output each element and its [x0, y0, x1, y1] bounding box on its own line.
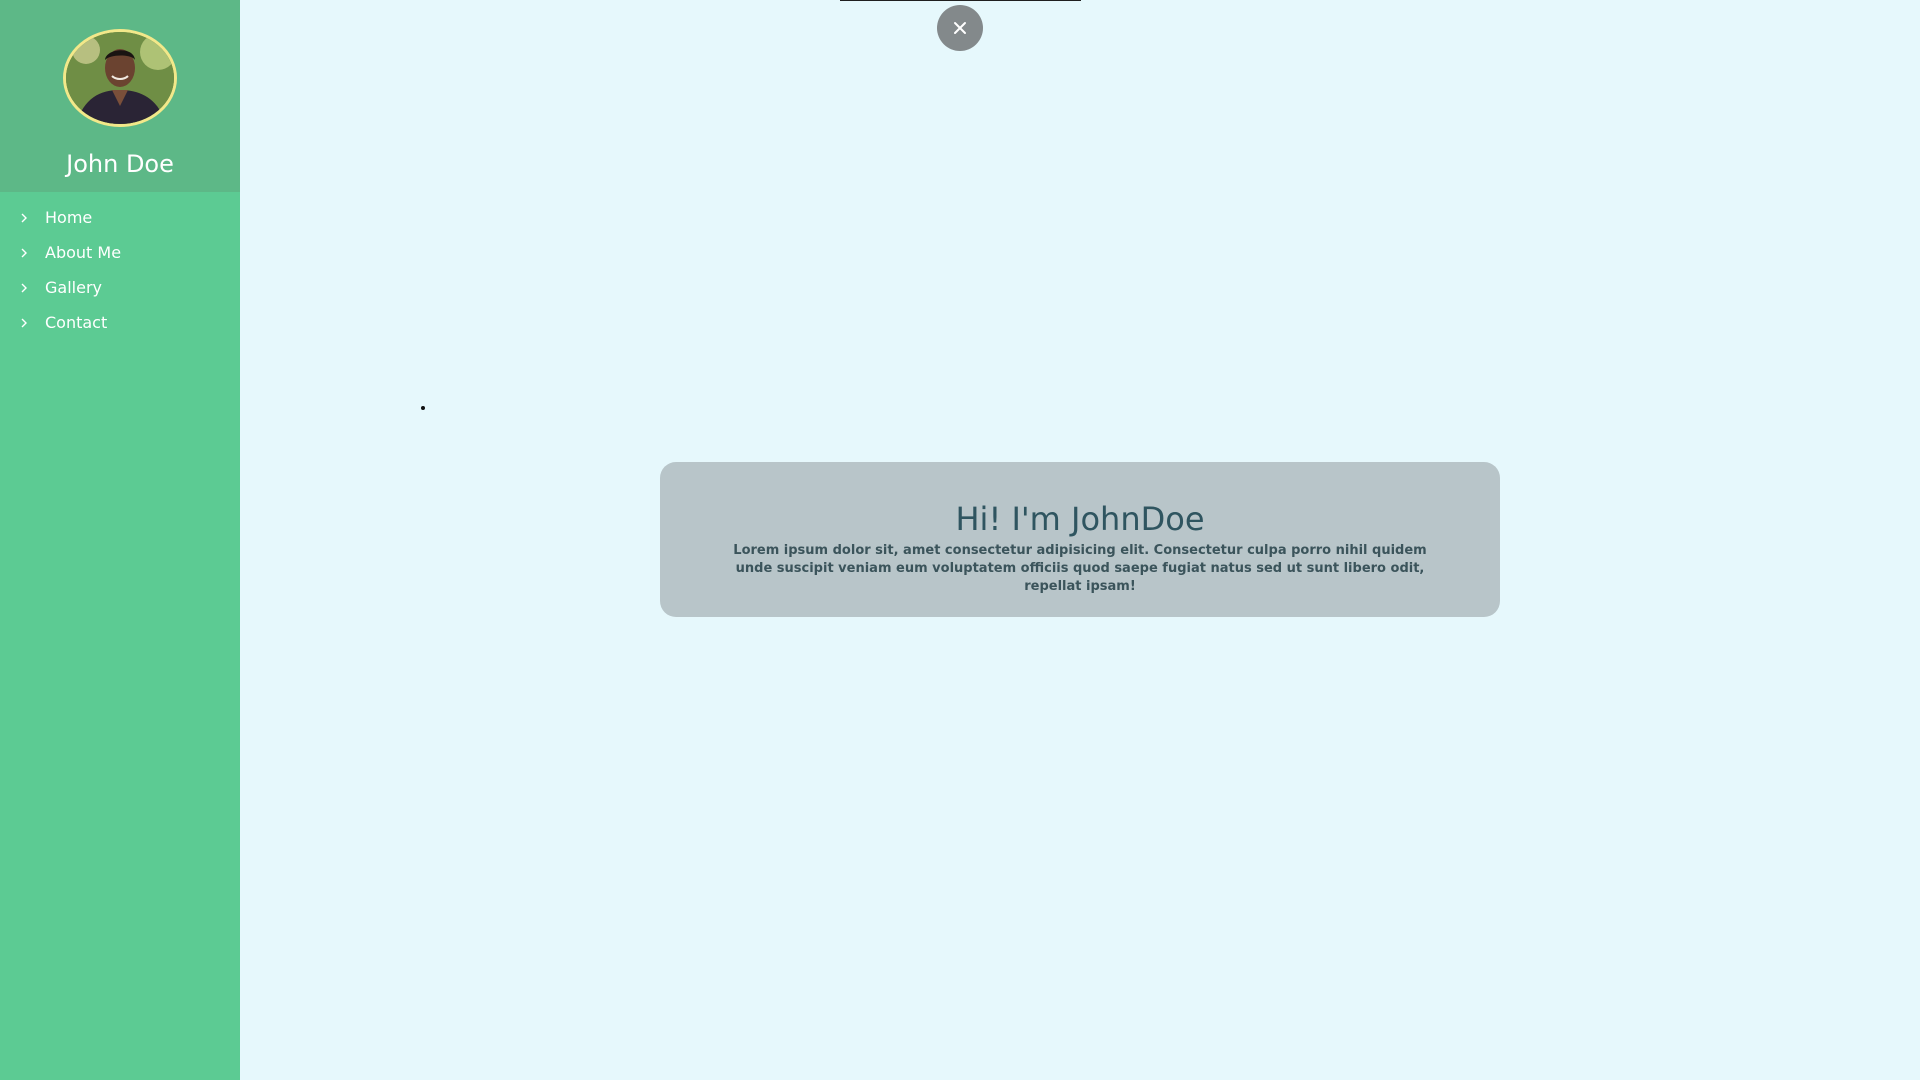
close-button[interactable]	[937, 5, 983, 51]
sidebar-item-label: Home	[45, 208, 93, 227]
hero-card: Hi! I'm JohnDoe Lorem ipsum dolor sit, a…	[660, 462, 1500, 617]
sidebar-item-contact[interactable]: Contact	[0, 305, 240, 340]
chevron-right-icon	[0, 282, 45, 294]
top-divider	[840, 0, 1081, 1]
bullet-dot	[421, 406, 425, 410]
sidebar-item-about-me[interactable]: About Me	[0, 235, 240, 270]
sidebar-nav: Home About Me Gallery Contact	[0, 200, 240, 340]
sidebar: John Doe Home About Me Gallery Contact	[0, 0, 240, 1080]
sidebar-item-label: About Me	[45, 243, 122, 262]
person-avatar-icon	[66, 32, 174, 124]
profile-name: John Doe	[66, 150, 174, 178]
sidebar-item-label: Gallery	[45, 278, 102, 297]
sidebar-item-home[interactable]: Home	[0, 200, 240, 235]
hero-title: Hi! I'm JohnDoe	[955, 500, 1205, 538]
sidebar-item-gallery[interactable]: Gallery	[0, 270, 240, 305]
sidebar-item-label: Contact	[45, 313, 108, 332]
hero-text: Lorem ipsum dolor sit, amet consectetur …	[733, 543, 1427, 594]
avatar	[63, 29, 177, 127]
chevron-right-icon	[0, 212, 45, 224]
chevron-right-icon	[0, 247, 45, 259]
close-icon	[954, 22, 966, 34]
profile-header: John Doe	[0, 0, 240, 192]
chevron-right-icon	[0, 317, 45, 329]
